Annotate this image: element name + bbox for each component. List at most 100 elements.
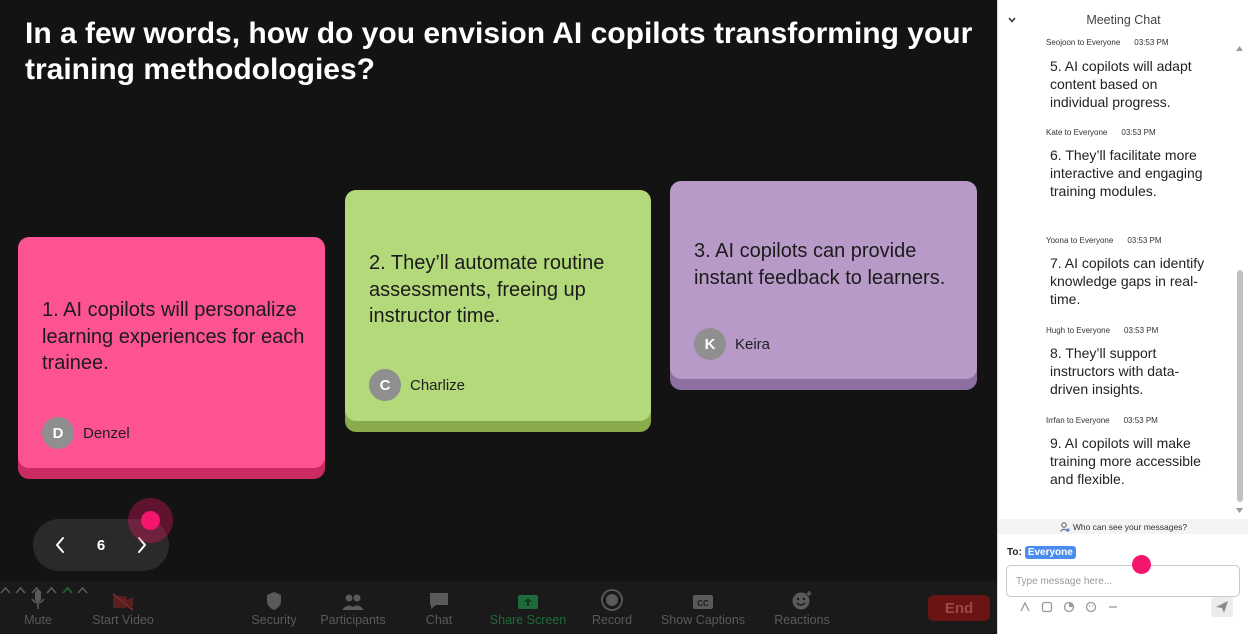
card-author: D Denzel (42, 417, 130, 449)
message-meta: Yoona to Everyone 03:53 PM (1046, 236, 1162, 245)
scroll-down-icon[interactable] (1235, 507, 1244, 515)
recipient-row: To: Everyone (1007, 546, 1076, 559)
svg-text:CC: CC (697, 599, 709, 608)
chat-input-tools (1018, 600, 1120, 614)
previous-slide-button[interactable] (49, 534, 71, 556)
participants-button[interactable]: Participants (316, 581, 390, 634)
participants-label: Participants (320, 613, 386, 627)
chevron-left-icon (56, 537, 64, 553)
send-button[interactable] (1211, 597, 1233, 617)
author-name: Charlize (410, 376, 466, 394)
emoji-icon (792, 591, 812, 610)
share-screen-button[interactable]: Share Screen (488, 581, 568, 634)
chat-panel: Meeting Chat Seojoon to Everyone 03:53 PM… (997, 0, 1248, 634)
presentation-stage: In a few words, how do you envision AI c… (0, 0, 997, 634)
chat-label: Chat (425, 613, 453, 627)
visibility-text: Who can see your messages? (1072, 521, 1188, 532)
screenshot-icon (1041, 601, 1053, 613)
avatar: K (694, 328, 726, 360)
message-meta: Irrfan to Everyone 03:53 PM (1046, 416, 1158, 425)
mute-button[interactable]: Mute (20, 581, 56, 634)
chat-icon (430, 593, 448, 609)
pointer-dot (141, 511, 160, 530)
message-time: 03:53 PM (1124, 326, 1159, 335)
show-captions-label: Show Captions (660, 613, 746, 627)
mute-label: Mute (24, 613, 52, 627)
message-time: 03:53 PM (1134, 38, 1169, 47)
more-icon (1109, 606, 1117, 608)
record-label: Record (591, 613, 633, 627)
message-text: 5. AI copilots will adapt content based … (1050, 58, 1192, 111)
answer-card[interactable]: 3. AI copilots can provide instant feedb… (670, 181, 977, 390)
message-sender: Irrfan to Everyone (1046, 416, 1110, 425)
message-meta: Hugh to Everyone 03:53 PM (1046, 326, 1158, 335)
format-icon (1020, 601, 1030, 612)
message-sender: Kate to Everyone (1046, 128, 1108, 137)
file-icon (1063, 601, 1075, 613)
avatar: C (369, 369, 401, 401)
record-button[interactable]: Record (589, 581, 635, 634)
shield-icon (267, 592, 281, 610)
participants-icon (342, 594, 364, 610)
meeting-toolbar: Mute Start Video Security Participants C… (0, 581, 997, 634)
card-author: C Charlize (369, 369, 465, 401)
show-captions-button[interactable]: CC Show Captions (657, 581, 749, 634)
security-button[interactable]: Security (247, 581, 301, 634)
more-button[interactable] (1106, 600, 1120, 614)
share-screen-icon (518, 595, 538, 609)
start-video-button[interactable]: Start Video (88, 581, 158, 634)
message-time: 03:53 PM (1121, 128, 1156, 137)
security-label: Security (251, 613, 297, 627)
file-button[interactable] (1062, 600, 1076, 614)
message-text: 8. They’ll support instructors with data… (1050, 345, 1180, 398)
pointer-highlight (128, 498, 173, 543)
recipient-label: To: (1007, 547, 1022, 558)
avatar: D (42, 417, 74, 449)
card-text: 3. AI copilots can provide instant feedb… (694, 240, 946, 289)
chat-header: Meeting Chat (998, 0, 1248, 38)
answer-card[interactable]: 2. They’ll automate routine assessments,… (345, 190, 651, 432)
message-sender: Seojoon to Everyone (1046, 38, 1121, 47)
scroll-up-icon[interactable] (1235, 44, 1244, 52)
chat-button[interactable]: Chat (420, 581, 458, 634)
card-text: 1. AI copilots will personalize learning… (42, 299, 305, 374)
chevron-up-icon[interactable] (77, 586, 88, 594)
chat-message-list[interactable]: Seojoon to Everyone 03:53 PM 5. AI copilo… (998, 38, 1238, 518)
page-number: 6 (96, 536, 106, 554)
reactions-label: Reactions (774, 613, 830, 627)
chat-title: Meeting Chat (1086, 13, 1161, 27)
message-text: 6. They’ll facilitate more interactive a… (1050, 147, 1203, 200)
screenshot-button[interactable] (1040, 600, 1054, 614)
message-sender: Hugh to Everyone (1046, 326, 1111, 335)
chevron-up-icon[interactable] (62, 586, 73, 594)
question-title: In a few words, how do you envision AI c… (25, 17, 973, 86)
emoji-button[interactable] (1084, 600, 1098, 614)
record-icon (601, 589, 623, 611)
author-name: Denzel (83, 424, 130, 442)
chat-scrollbar-thumb[interactable] (1237, 270, 1243, 502)
reactions-button[interactable]: Reactions (771, 581, 833, 634)
emoji-icon (1085, 601, 1097, 613)
format-button[interactable] (1018, 600, 1032, 614)
send-icon (1216, 601, 1228, 613)
card-author: K Keira (694, 328, 770, 360)
chat-message-input[interactable] (1006, 565, 1240, 597)
message-time: 03:53 PM (1127, 236, 1162, 245)
person-icon (1059, 521, 1070, 532)
recipient-selector[interactable]: Everyone (1024, 546, 1076, 559)
pointer-dot (1132, 555, 1151, 574)
video-off-icon (112, 593, 134, 611)
message-visibility-info[interactable]: Who can see your messages? (998, 519, 1248, 534)
captions-icon: CC (693, 595, 713, 609)
message-time: 03:53 PM (1123, 416, 1158, 425)
author-name: Keira (735, 335, 771, 353)
message-meta: Kate to Everyone 03:53 PM (1046, 128, 1156, 137)
message-sender: Yoona to Everyone (1046, 236, 1114, 245)
chevron-up-icon[interactable] (0, 586, 11, 594)
microphone-icon (31, 590, 45, 609)
card-text: 2. They’ll automate routine assessments,… (369, 252, 605, 327)
share-screen-label: Share Screen (489, 613, 567, 627)
answer-card[interactable]: 1. AI copilots will personalize learning… (18, 237, 325, 479)
end-meeting-button[interactable]: End (928, 595, 990, 621)
message-meta: Seojoon to Everyone 03:53 PM (1046, 38, 1169, 47)
